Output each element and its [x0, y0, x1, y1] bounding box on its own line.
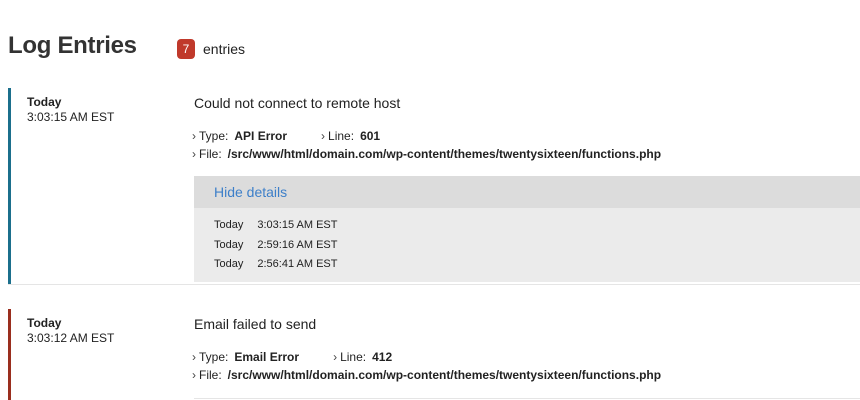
log-entry[interactable]: Today 3:03:15 AM EST Could not connect t… — [8, 88, 860, 284]
chevron-right-icon: › — [321, 129, 326, 143]
occurrence-day: Today — [214, 219, 244, 231]
chevron-right-icon: › — [192, 368, 196, 382]
entry-meta-type-line: › Type: API Error › Line: 601 — [192, 127, 380, 146]
entry-bottom-line — [194, 398, 860, 399]
occurrence-row: Today 3:03:15 AM EST — [214, 216, 860, 236]
page-header: Log Entries — [8, 32, 137, 60]
page-title: Log Entries — [8, 32, 137, 59]
entry-count-label: entries — [203, 41, 246, 57]
severity-stripe — [8, 88, 11, 284]
line-label: Line: — [340, 350, 367, 364]
details-panel: Hide details Today 3:03:15 AM EST Today 2:… — [194, 176, 860, 282]
type-value: API Error — [234, 129, 288, 143]
entry-timestamp: Today 3:03:12 AM EST — [27, 316, 114, 346]
file-label: File: — [199, 368, 222, 382]
entry-message: Email failed to send — [194, 316, 317, 332]
hide-details-link[interactable]: Hide details — [194, 176, 860, 208]
entry-count-badge: 7 — [177, 39, 195, 59]
entry-day: Today — [27, 95, 62, 109]
file-value: /src/www/html/domain.com/wp-content/them… — [227, 368, 662, 382]
occurrence-list: Today 3:03:15 AM EST Today 2:59:16 AM EST … — [194, 208, 860, 275]
entry-meta-type-line: › Type: Email Error › Line: 412 — [192, 348, 392, 367]
severity-stripe — [8, 309, 11, 400]
line-value: 601 — [360, 129, 381, 143]
log-entry[interactable]: Today 3:03:12 AM EST Email failed to sen… — [8, 309, 860, 400]
entry-day: Today — [27, 316, 62, 330]
occurrence-day: Today — [214, 238, 244, 251]
entry-time: 3:03:15 AM EST — [27, 110, 115, 124]
line-label: Line: — [328, 129, 355, 143]
chevron-right-icon: › — [192, 129, 196, 143]
type-label: Type: — [199, 129, 229, 143]
entry-time: 3:03:12 AM EST — [27, 331, 115, 345]
occurrence-time: 2:59:16 AM EST — [257, 238, 338, 251]
file-label: File: — [199, 147, 222, 161]
type-label: Type: — [199, 350, 229, 364]
occurrence-row: Today 2:56:41 AM EST — [214, 255, 860, 275]
occurrence-time: 2:56:41 AM EST — [257, 258, 338, 270]
chevron-right-icon: › — [333, 350, 338, 364]
type-value: Email Error — [234, 350, 300, 364]
occurrence-day: Today — [214, 258, 244, 270]
line-value: 412 — [372, 350, 393, 364]
occurrence-row: Today 2:59:16 AM EST — [214, 236, 860, 256]
file-value: /src/www/html/domain.com/wp-content/them… — [227, 147, 662, 161]
chevron-right-icon: › — [192, 350, 196, 364]
entry-meta-file: › File: /src/www/html/domain.com/wp-conten… — [192, 145, 661, 164]
entry-divider — [8, 284, 860, 285]
entry-timestamp: Today 3:03:15 AM EST — [27, 95, 114, 125]
occurrence-time: 3:03:15 AM EST — [257, 219, 338, 231]
entry-message: Could not connect to remote host — [194, 95, 401, 111]
entry-meta-file: › File: /src/www/html/domain.com/wp-conten… — [192, 366, 661, 385]
chevron-right-icon: › — [192, 147, 196, 161]
